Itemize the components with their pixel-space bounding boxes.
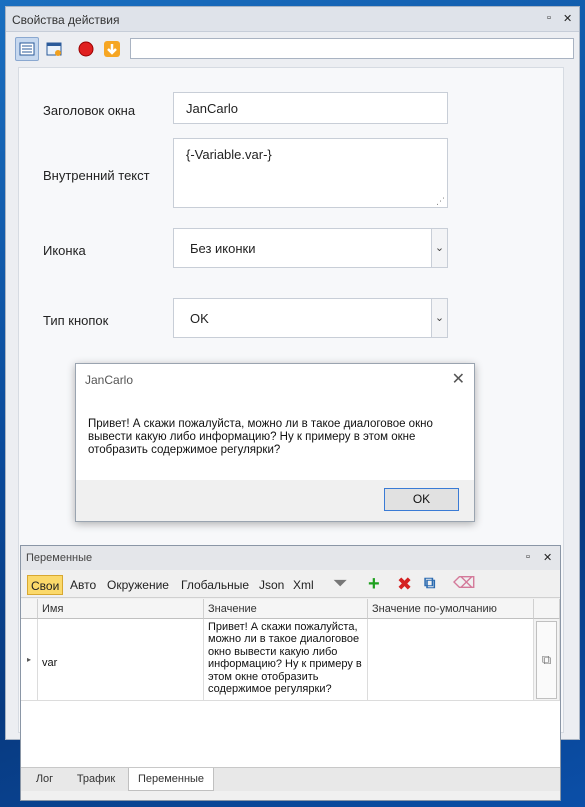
tab-json[interactable]: Json (256, 575, 287, 595)
variables-panel: Переменные ▫ ✕ Свои Авто Окружение Глоба… (20, 545, 561, 801)
buttons-type-label: Тип кнопок (43, 313, 109, 328)
code-view-button[interactable] (42, 37, 66, 61)
icon-select-value: Без иконки (190, 241, 256, 256)
copy-variable-icon[interactable]: ⧉ (424, 574, 435, 594)
properties-view-button[interactable] (15, 37, 39, 61)
pin-icon[interactable]: ▫ (547, 12, 551, 24)
grid-corner (21, 599, 38, 619)
add-icon[interactable]: + (368, 574, 380, 594)
inner-text-label: Внутренний текст (43, 168, 150, 183)
tab-own[interactable]: Свои (27, 575, 64, 595)
tab-environment[interactable]: Окружение (104, 575, 172, 595)
dialog-title: JanCarlo (85, 373, 134, 387)
window-title-label: Заголовок окна (43, 103, 136, 118)
bottom-tabs: Лог Трафик Переменные (21, 767, 560, 791)
panel-title-bar: Свойства действия ▫ ✕ (6, 7, 579, 32)
inner-text-value: {-Variable.var-} (186, 147, 272, 162)
table-row-value[interactable]: Привет! А скажи пожалуйста, можно ли в т… (204, 619, 368, 701)
variables-title-bar: Переменные ▫ ✕ (21, 546, 560, 570)
panel-toolbar (6, 32, 579, 66)
dialog-message: Привет! А скажи пожалуйста, можно ли в т… (88, 418, 433, 456)
filter-icon[interactable]: ⏷ (334, 574, 347, 594)
tab-auto[interactable]: Авто (67, 575, 99, 595)
list-view-icon (19, 42, 35, 56)
tab-variables[interactable]: Переменные (128, 768, 214, 791)
buttons-type-select[interactable]: OK ⌄ (173, 298, 448, 338)
message-dialog: JanCarlo ✕ Привет! А скажи пожалуйста, м… (75, 363, 475, 522)
stop-button[interactable] (74, 37, 98, 61)
variables-title: Переменные (26, 552, 93, 564)
variables-tabs: Свои Авто Окружение Глобальные Json Xml … (21, 570, 560, 598)
ok-button[interactable]: OK (384, 488, 459, 511)
row-action-cell: ⧉ (534, 619, 560, 701)
arrow-down-icon (104, 41, 120, 57)
resize-grip-icon[interactable]: ⋰ (436, 196, 445, 207)
buttons-type-value: OK (190, 311, 209, 326)
icon-select[interactable]: Без иконки ⌄ (173, 228, 448, 268)
chevron-down-icon[interactable]: ⌄ (431, 229, 447, 267)
pin-icon[interactable]: ▫ (526, 551, 530, 563)
column-header-default[interactable]: Значение по-умолчанию (368, 599, 534, 619)
delete-icon[interactable]: ✖ (397, 574, 412, 594)
icon-label: Иконка (43, 243, 86, 258)
window-title-input[interactable]: JanCarlo (173, 92, 448, 124)
tab-log[interactable]: Лог (27, 768, 62, 791)
table-row-default[interactable] (368, 619, 534, 701)
close-icon[interactable]: ✕ (563, 12, 572, 25)
inner-text-input[interactable]: {-Variable.var-} ⋰ (173, 138, 448, 208)
move-down-button[interactable] (100, 37, 124, 61)
copy-value-icon[interactable]: ⧉ (536, 621, 557, 699)
table-row-name[interactable]: var (38, 619, 204, 701)
window-edit-icon (46, 42, 62, 56)
variables-grid: Имя Значение Значение по-умолчанию ▸ var… (21, 599, 560, 775)
address-input[interactable] (130, 38, 574, 59)
row-indicator-icon[interactable]: ▸ (21, 619, 38, 701)
close-icon[interactable]: ✕ (543, 551, 552, 564)
column-header-extra (534, 599, 560, 619)
dialog-close-icon[interactable]: ✕ (452, 369, 465, 389)
stop-icon (78, 41, 94, 57)
column-header-value[interactable]: Значение (204, 599, 368, 619)
panel-title: Свойства действия (12, 13, 120, 27)
eraser-icon[interactable]: ⌫ (453, 574, 476, 594)
tab-xml[interactable]: Xml (290, 575, 317, 595)
tab-traffic[interactable]: Трафик (67, 768, 125, 791)
column-header-name[interactable]: Имя (38, 599, 204, 619)
chevron-down-icon[interactable]: ⌄ (431, 299, 447, 337)
tab-global[interactable]: Глобальные (178, 575, 252, 595)
